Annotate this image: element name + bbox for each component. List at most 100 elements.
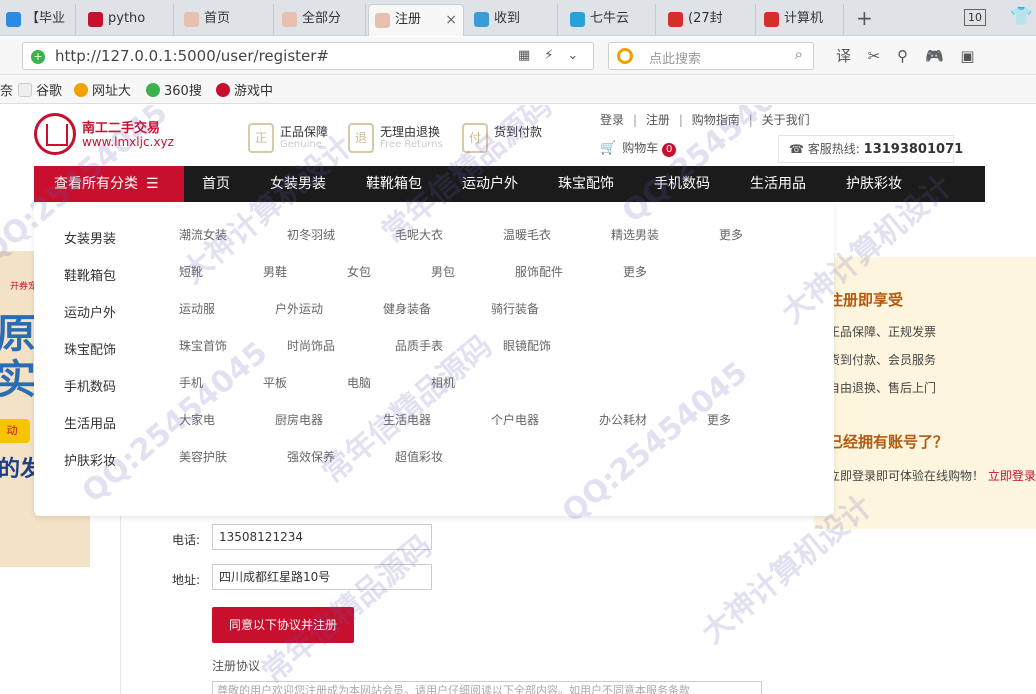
list-menu-icon: ☰: [146, 176, 159, 192]
nav-beauty[interactable]: 护肤彩妆: [846, 166, 902, 202]
subcategory-link[interactable]: 大家电: [179, 411, 215, 428]
magnifier-icon[interactable]: ⚲: [897, 47, 908, 65]
subcategory-link[interactable]: 强效保养: [287, 448, 335, 465]
subcategory-link[interactable]: 电脑: [347, 374, 371, 391]
browser-tab-8[interactable]: (27封: [662, 4, 756, 36]
browser-tab-9[interactable]: 计算机: [758, 4, 844, 36]
subcategory-link[interactable]: 温暖毛衣: [503, 226, 551, 243]
address-action-icons[interactable]: ▦⚡⌄: [518, 48, 592, 63]
subcategory-link[interactable]: 时尚饰品: [287, 337, 335, 354]
subcategory-link[interactable]: 生活电器: [383, 411, 431, 428]
top-links: 登录 | 注册 | 购物指南 | 关于我们: [600, 113, 810, 127]
subcategory-link[interactable]: 精选男装: [611, 226, 659, 243]
subcategory-link[interactable]: 办公耗材: [599, 411, 647, 428]
phone-label: 电话:: [172, 533, 201, 547]
browser-search-box[interactable]: 点此搜索 ⌕: [608, 42, 814, 70]
login-now-link[interactable]: 立即登录: [988, 469, 1036, 483]
tab-favicon-icon: [6, 12, 21, 27]
subcategory-link[interactable]: 服饰配件: [515, 263, 563, 280]
category-shoes-bags[interactable]: 鞋靴箱包: [64, 265, 116, 284]
more-link[interactable]: 更多: [719, 226, 743, 243]
subcategory-link[interactable]: 美容护肤: [179, 448, 227, 465]
phone-field[interactable]: 13508121234: [212, 524, 432, 550]
about-link[interactable]: 关于我们: [762, 113, 810, 127]
subcategory-link[interactable]: 相机: [431, 374, 455, 391]
subcategory-link[interactable]: 珠宝首饰: [179, 337, 227, 354]
subcategory-link[interactable]: 运动服: [179, 300, 215, 317]
browser-tab-2[interactable]: pytho: [82, 4, 174, 36]
translate-icon[interactable]: 译: [836, 47, 851, 65]
game-icon: [216, 83, 230, 97]
subcategory-link[interactable]: 平板: [263, 374, 287, 391]
subcategory-link[interactable]: 短靴: [179, 263, 203, 280]
category-sports[interactable]: 运动户外: [64, 302, 116, 321]
browser-tab-5-active[interactable]: 注册 ×: [368, 4, 464, 36]
subcategory-link[interactable]: 骑行装备: [491, 300, 539, 317]
nav-jewelry[interactable]: 珠宝配饰: [558, 166, 614, 202]
nav-sports[interactable]: 运动户外: [462, 166, 518, 202]
subcategory-link[interactable]: 眼镜配饰: [503, 337, 551, 354]
cart-link[interactable]: 🛒 购物车 0: [600, 139, 677, 157]
category-clothing[interactable]: 女装男装: [64, 228, 116, 247]
agree-register-button[interactable]: 同意以下协议并注册: [212, 607, 354, 643]
tab-favicon-icon: [375, 13, 390, 28]
search-placeholder: 点此搜索: [649, 52, 702, 67]
search-icon[interactable]: ⌕: [795, 45, 803, 63]
web-page: 南工二手交易 www.lmxljc.xyz 正 正品保障 Genuine 退 无…: [0, 105, 1036, 694]
nav-digital[interactable]: 手机数码: [654, 166, 710, 202]
tab-favicon-icon: [570, 12, 585, 27]
category-jewelry[interactable]: 珠宝配饰: [64, 339, 116, 358]
nav-home[interactable]: 首页: [202, 166, 230, 202]
register-link[interactable]: 注册: [646, 113, 670, 127]
category-beauty[interactable]: 护肤彩妆: [64, 450, 116, 469]
nav-daily[interactable]: 生活用品: [750, 166, 806, 202]
scissors-icon[interactable]: ✂: [868, 47, 881, 65]
subcategory-link[interactable]: 健身装备: [383, 300, 431, 317]
browser-tab-3[interactable]: 首页: [178, 4, 274, 36]
subcategory-link[interactable]: 女包: [347, 263, 371, 280]
subcategory-link[interactable]: 毛呢大衣: [395, 226, 443, 243]
game-controller-icon[interactable]: 🎮: [925, 47, 944, 65]
nav-clothing[interactable]: 女装男装: [270, 166, 326, 202]
more-link[interactable]: 更多: [707, 411, 731, 428]
bookmark-360[interactable]: 360搜: [146, 80, 202, 99]
nav-shoes-bags[interactable]: 鞋靴箱包: [366, 166, 422, 202]
bookmark-hao[interactable]: 网址大: [74, 80, 131, 99]
subcategory-link[interactable]: 品质手表: [395, 337, 443, 354]
browser-tab-7[interactable]: 七牛云: [564, 4, 656, 36]
bookmark-partial[interactable]: 奈: [0, 80, 13, 99]
browser-tab-6[interactable]: 收到: [468, 4, 558, 36]
category-daily[interactable]: 生活用品: [64, 413, 116, 432]
browser-tab-4[interactable]: 全部分: [276, 4, 366, 36]
agreement-textarea[interactable]: 尊敬的用户欢迎您注册成为本网站会员。请用户仔细阅读以下全部内容。如用户不同意本服…: [212, 681, 762, 694]
bookmark-games[interactable]: 游戏中: [216, 80, 273, 99]
subcategory-link[interactable]: 男鞋: [263, 263, 287, 280]
benefit-line: 自由退换、售后上门: [828, 381, 937, 395]
subcategory-link[interactable]: 户外运动: [275, 300, 323, 317]
skin-shirt-icon[interactable]: 👕: [1010, 6, 1032, 27]
guide-link[interactable]: 购物指南: [692, 113, 740, 127]
cart-icon: 🛒: [600, 141, 617, 156]
subcategory-link[interactable]: 潮流女装: [179, 226, 227, 243]
url-field[interactable]: + http://127.0.0.1:5000/user/register# ▦…: [22, 42, 594, 70]
address-field[interactable]: 四川成都红星路10号: [212, 564, 432, 590]
close-icon[interactable]: ×: [445, 5, 457, 35]
login-link[interactable]: 登录: [600, 113, 624, 127]
more-link[interactable]: 更多: [623, 263, 647, 280]
tab-favicon-icon: [474, 12, 489, 27]
tab-count-badge[interactable]: 10: [964, 9, 986, 26]
subcategory-link[interactable]: 超值彩妆: [395, 448, 443, 465]
hotline: ☎ 客服热线: 13193801071: [778, 135, 963, 163]
wallet-icon[interactable]: ▣: [960, 47, 974, 65]
subcategory-link[interactable]: 厨房电器: [275, 411, 323, 428]
subcategory-link[interactable]: 男包: [431, 263, 455, 280]
browser-tab-1[interactable]: 【毕业: [0, 4, 76, 36]
category-digital[interactable]: 手机数码: [64, 376, 116, 395]
bookmark-google[interactable]: 谷歌: [18, 80, 62, 99]
all-categories-button[interactable]: 查看所有分类 ☰: [34, 166, 184, 202]
subcategory-link[interactable]: 手机: [179, 374, 203, 391]
tab-favicon-icon: [282, 12, 297, 27]
new-tab-button[interactable]: +: [856, 4, 873, 32]
subcategory-link[interactable]: 个户电器: [491, 411, 539, 428]
subcategory-link[interactable]: 初冬羽绒: [287, 226, 335, 243]
